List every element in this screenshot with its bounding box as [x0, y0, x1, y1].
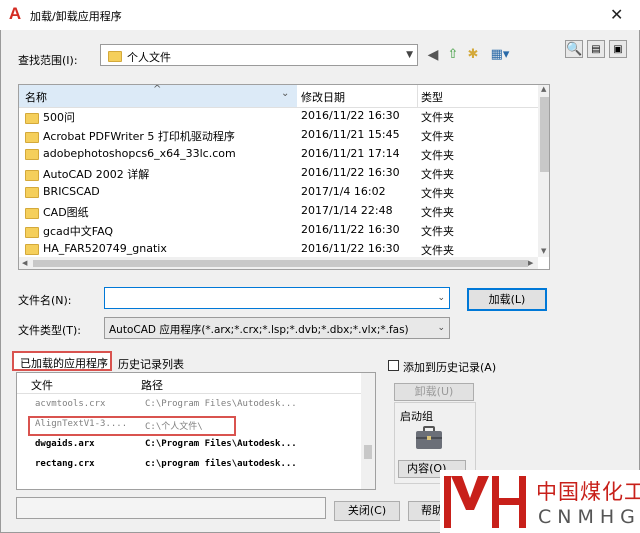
file-list-header: 名称 ^ ⌄ 修改日期 类型: [19, 85, 538, 108]
views-icon[interactable]: ▦▾: [486, 46, 514, 64]
tab-history-list[interactable]: 历史记录列表: [118, 356, 184, 372]
window-title: 加载/卸载应用程序: [30, 10, 122, 23]
folder-icon: [25, 148, 39, 160]
filename-label: 文件名(N):: [18, 294, 72, 307]
scroll-left-icon[interactable]: ◀: [22, 259, 27, 267]
file-row[interactable]: HA_FAR520749_gnatix 2016/11/22 16:30 文件夹: [19, 239, 538, 258]
new-folder-icon[interactable]: ✱: [464, 46, 482, 64]
file-row[interactable]: AutoCAD 2002 详解 2016/11/22 16:30 文件夹: [19, 163, 538, 182]
watermark-en: CNMHG: [538, 506, 640, 528]
file-row[interactable]: adobephotoshopcs6_x64_33lc.com 2016/11/21…: [19, 144, 538, 163]
header-path[interactable]: 路径: [141, 377, 163, 393]
header-type[interactable]: 类型: [421, 89, 443, 105]
filename-input[interactable]: ⌄: [104, 287, 450, 309]
briefcase-icon[interactable]: [414, 426, 444, 450]
folder-icon: [25, 226, 39, 238]
tab-loaded-apps[interactable]: 已加载的应用程序: [12, 351, 112, 371]
file-list[interactable]: 名称 ^ ⌄ 修改日期 类型 500问 2016/11/22 16:30 文件夹 A…: [18, 84, 550, 270]
watermark-logo: 中国煤化工 CNMHG: [440, 470, 640, 533]
add-history-checkbox[interactable]: [388, 360, 399, 371]
lookin-combo[interactable]: 个人文件 ▼: [100, 44, 418, 66]
startup-label: 启动组: [400, 410, 433, 423]
folder-icon: [25, 207, 39, 219]
file-row[interactable]: Acrobat PDFWriter 5 打印机驱动程序 2016/11/21 15…: [19, 125, 538, 144]
watermark-cn: 中国煤化工: [536, 480, 640, 504]
scroll-right-icon[interactable]: ▶: [528, 259, 533, 267]
folder-icon: [108, 51, 122, 62]
scroll-thumb[interactable]: [364, 445, 372, 459]
highlight-box: [28, 416, 236, 436]
file-row[interactable]: gcad中文FAQ 2016/11/22 16:30 文件夹: [19, 220, 538, 239]
cnmhg-logo-icon: [444, 476, 526, 528]
scroll-thumb[interactable]: [33, 260, 528, 267]
close-icon[interactable]: ✕: [610, 5, 623, 24]
back-icon[interactable]: ◀: [424, 46, 442, 64]
horizontal-scrollbar[interactable]: ◀ ▶: [19, 257, 538, 269]
chevron-down-icon: ▼: [406, 50, 413, 60]
scroll-up-icon[interactable]: ▲: [541, 85, 546, 93]
vertical-scrollbar[interactable]: [361, 373, 375, 489]
vertical-scrollbar[interactable]: ▲ ▼: [538, 85, 549, 257]
file-row[interactable]: 500问 2016/11/22 16:30 文件夹: [19, 106, 538, 125]
header-file[interactable]: 文件: [31, 377, 53, 393]
header-date[interactable]: 修改日期: [301, 89, 345, 105]
chevron-down-icon[interactable]: ⌄: [281, 88, 289, 99]
loaded-row[interactable]: dwgaids.arx C:\Program Files\Autodesk...: [17, 434, 361, 453]
filetype-select[interactable]: AutoCAD 应用程序(*.arx;*.crx;*.lsp;*.dvb;*.d…: [104, 317, 450, 339]
scroll-down-icon[interactable]: ▼: [541, 247, 546, 255]
sort-up-icon: ^: [153, 84, 162, 95]
chevron-down-icon: ⌄: [437, 323, 445, 333]
scroll-thumb[interactable]: [540, 97, 549, 172]
loaded-row[interactable]: acvmtools.crx C:\Program Files\Autodesk..…: [17, 394, 361, 413]
chevron-down-icon: ⌄: [437, 293, 445, 303]
find-icon[interactable]: 🔍: [565, 40, 583, 58]
autocad-app-icon: A: [8, 4, 22, 23]
details-icon[interactable]: ▤: [587, 40, 605, 58]
load-button[interactable]: 加载(L): [467, 288, 547, 311]
up-folder-icon[interactable]: ⇧: [444, 46, 462, 64]
folder-icon: [25, 243, 39, 255]
close-button[interactable]: 关闭(C): [334, 501, 400, 521]
lookin-value: 个人文件: [127, 51, 171, 64]
loaded-row[interactable]: rectang.crx c:\program files\autodesk...: [17, 454, 361, 473]
folder-icon: [25, 169, 39, 181]
filetype-label: 文件类型(T):: [18, 324, 82, 337]
add-history-label: 添加到历史记录(A): [403, 361, 497, 374]
unload-button[interactable]: 卸载(U): [394, 383, 474, 401]
loaded-list-header: 文件 路径: [17, 373, 361, 394]
header-name[interactable]: 名称: [25, 89, 47, 105]
file-row[interactable]: BRICSCAD 2017/1/4 16:02 文件夹: [19, 182, 538, 201]
lookin-label: 查找范围(I):: [18, 54, 78, 67]
folder-icon: [25, 112, 39, 124]
folder-icon: [25, 131, 39, 143]
folder-icon: [25, 186, 39, 198]
file-row[interactable]: CAD图纸 2017/1/14 22:48 文件夹: [19, 201, 538, 220]
status-field: [16, 497, 326, 519]
preview-icon[interactable]: ▣: [609, 40, 627, 58]
